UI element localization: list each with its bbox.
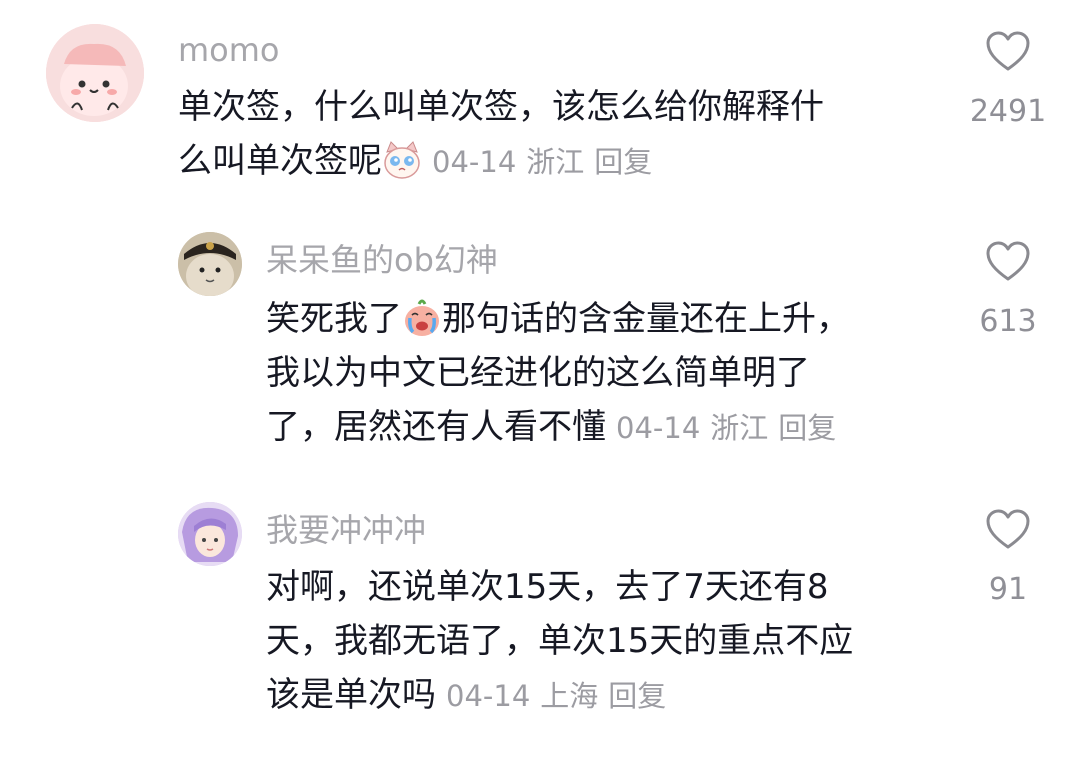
comment-text-line-with-meta: 了，居然还有人看不懂 04-14 浙江 回复 [266,400,926,455]
like-button[interactable]: 91 [958,508,1058,608]
reply-item: 呆呆鱼的ob幻神 笑死我了 那句话的含金量还在上升， 我以为中文已经进化的这么简… [0,220,1080,470]
comment-location: 浙江 [710,411,769,445]
comment-meta: 04-14 上海 回复 [436,679,666,713]
username[interactable]: momo [178,30,280,70]
heart-icon [986,509,1030,549]
avatar[interactable] [178,502,242,566]
anime-girl-avatar-icon [178,502,242,566]
comment-meta: 04-14 浙江 回复 [606,411,836,445]
comment-item: momo 单次签，什么叫单次签，该怎么给你解释什 么叫单次签呢 04-14 浙江回… [0,0,1080,200]
comment-date: 04-14 [432,145,517,179]
comment-text-segment: 那句话的含金量还在上升， [442,299,850,339]
comment-text-line: 么叫单次签呢 [178,141,382,181]
reply-button[interactable]: 回复 [594,145,652,179]
username[interactable]: 我要冲冲冲 [266,510,426,550]
comment-location: 上海 [540,679,599,713]
comment-text-line-with-meta: 该是单次吗 04-14 上海 回复 [266,668,946,723]
comment-text-segment: 笑死我了 [266,299,402,339]
comment-text-line: 笑死我了 那句话的含金量还在上升， [266,292,926,346]
comment-text-line: 对啊，还说单次15天，去了7天还有8 [266,567,829,607]
reply-button[interactable]: 回复 [778,411,836,445]
comment-date: 04-14 [616,411,701,445]
comment-text: 单次签，什么叫单次签，该怎么给你解释什 么叫单次签呢 04-14 浙江 回复 [178,80,938,189]
comment-meta: 04-14 浙江 回复 [422,145,652,179]
comment-text-line: 了，居然还有人看不懂 [266,407,606,447]
like-button[interactable]: 2491 [958,30,1058,130]
like-count: 613 [979,304,1037,339]
reply-button[interactable]: 回复 [608,679,666,713]
pink-blob-avatar-icon [46,24,144,122]
comment-text: 笑死我了 那句话的含金量还在上升， 我以为中文已经进化的这么简单明了 了，居然还… [266,292,926,455]
heart-icon [986,31,1030,71]
avatar[interactable] [46,24,144,122]
reply-item: 我要冲冲冲 对啊，还说单次15天，去了7天还有8 天，我都无语了，单次15天的重… [0,490,1080,750]
comment-date: 04-14 [446,679,531,713]
comment-text-line: 天，我都无语了，单次15天的重点不应 [266,621,854,661]
like-button[interactable]: 613 [958,240,1058,340]
comment-text-line-with-meta: 么叫单次签呢 04-14 浙江 回复 [178,134,938,189]
like-count: 2491 [969,94,1047,129]
comment-text-line: 我以为中文已经进化的这么简单明了 [266,353,810,393]
comment-text: 对啊，还说单次15天，去了7天还有8 天，我都无语了，单次15天的重点不应 该是… [266,560,946,723]
username[interactable]: 呆呆鱼的ob幻神 [266,240,498,280]
like-count: 91 [988,572,1028,607]
crying-face-emoji-icon [402,298,442,338]
avatar[interactable] [178,232,242,296]
comment-text-line: 单次签，什么叫单次签，该怎么给你解释什 [178,87,824,127]
cat-photo-avatar-icon [178,232,242,296]
heart-icon [986,241,1030,281]
comment-text-line: 该是单次吗 [266,675,436,715]
crying-cat-emoji-icon [382,140,422,180]
comment-location: 浙江 [526,145,585,179]
